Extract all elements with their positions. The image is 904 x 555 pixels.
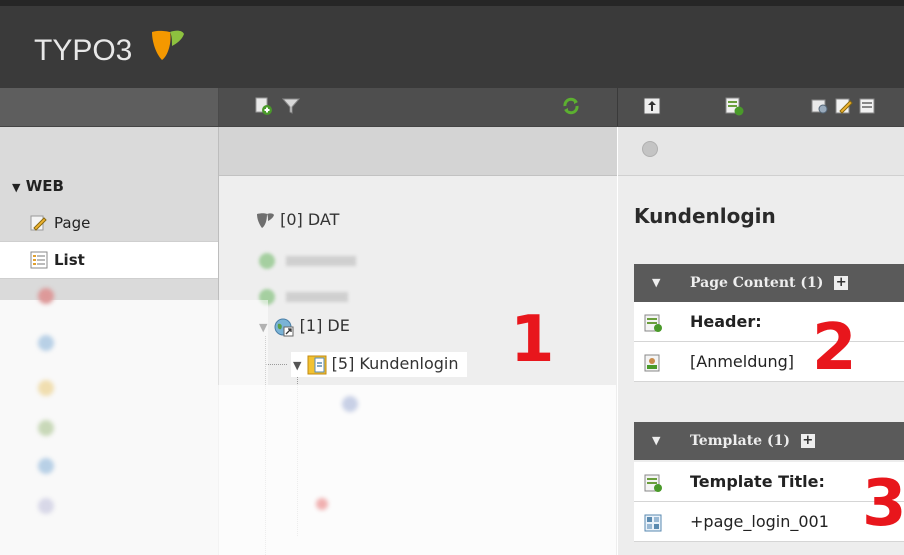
list-icon (30, 251, 48, 269)
content-row-anmeldung[interactable]: [Anmeldung] (634, 342, 904, 382)
login-form-icon (644, 354, 660, 372)
refresh-icon[interactable] (561, 96, 581, 116)
blurred-icon (38, 288, 54, 304)
globe-icon (259, 252, 275, 269)
typo3-root-icon (257, 212, 274, 228)
tree-node-kundenlogin[interactable]: ▼ [5] Kundenlogin (291, 352, 467, 377)
module-item-label: Page (54, 214, 91, 232)
content-row-header[interactable]: Header: (634, 302, 904, 342)
help-circle-icon[interactable] (642, 141, 658, 157)
blurred-icon (316, 498, 328, 510)
tree-node-label: [0] DAT (280, 210, 340, 229)
blurred-icon (38, 335, 54, 351)
top-bar: TYPO3 (0, 0, 904, 88)
toolbar-tree (219, 88, 618, 126)
marker-2: 2 (812, 311, 857, 385)
collapse-triangle-icon[interactable]: ▼ (652, 434, 660, 447)
blurred-icon (38, 420, 54, 436)
page-edit-icon (30, 215, 47, 231)
content-element-icon (644, 314, 662, 332)
edit-page-icon[interactable] (834, 96, 854, 116)
up-level-icon[interactable] (642, 96, 662, 116)
web-section-label: WEB (25, 177, 64, 195)
marker-1: 1 (510, 303, 555, 377)
blurred-overlay (218, 300, 268, 385)
template-record-icon (644, 514, 662, 532)
tree-node-blurred[interactable] (259, 286, 349, 305)
blurred-icon (38, 458, 54, 474)
section-title: Page Content (1) (690, 275, 824, 291)
add-content-icon[interactable]: + (834, 276, 849, 290)
expand-triangle-icon[interactable]: ▼ (293, 359, 301, 372)
view-page-icon[interactable] (810, 96, 830, 116)
blurred-overlay (0, 300, 218, 555)
template-element-icon (644, 474, 662, 492)
collapse-triangle-icon: ▼ (12, 181, 21, 194)
tree-connector (265, 364, 287, 365)
tree-node-root[interactable]: [0] DAT (255, 210, 339, 230)
row-label: Header: (690, 312, 762, 331)
toolbar (0, 88, 904, 127)
blurred-overlay (218, 385, 616, 555)
new-content-icon[interactable] (724, 96, 744, 116)
tree-node-de[interactable]: ▼ [1] DE (259, 316, 350, 337)
typo3-logo-icon[interactable] (148, 28, 188, 64)
row-label: Template Title: (690, 472, 825, 491)
module-item-page[interactable]: Page (0, 205, 218, 243)
tree-subbar (219, 127, 617, 176)
tree-node-label: [1] DE (299, 316, 350, 335)
add-template-icon[interactable]: + (800, 434, 815, 448)
blurred-icon (342, 396, 358, 412)
toolbar-left (0, 88, 219, 126)
login-page-icon (307, 355, 327, 374)
toolbar-content (618, 88, 904, 126)
module-item-label: List (54, 251, 85, 269)
blurred-icon (38, 380, 54, 396)
marker-3: 3 (862, 467, 904, 541)
blurred-icon (38, 498, 54, 514)
section-title: Template (1) (690, 433, 790, 449)
template-section-header[interactable]: ▼ Template (1) + (634, 422, 904, 460)
collapse-triangle-icon[interactable]: ▼ (652, 276, 660, 289)
new-page-icon[interactable] (253, 96, 273, 116)
row-value: +page_login_001 (690, 512, 829, 531)
page-content-section-header[interactable]: ▼ Page Content (1) + (634, 264, 904, 302)
content-subbar (618, 127, 904, 176)
tree-node-blurred[interactable] (259, 250, 357, 269)
web-section-header[interactable]: ▼ WEB (12, 177, 64, 195)
typo3-logo-text: TYPO3 (34, 34, 133, 67)
row-value: [Anmeldung] (690, 352, 795, 371)
globe-shortcut-icon (274, 318, 294, 336)
page-title: Kundenlogin (634, 204, 776, 228)
filter-icon[interactable] (281, 96, 301, 116)
module-item-list[interactable]: List (0, 241, 218, 279)
page-properties-icon[interactable] (858, 96, 878, 116)
tree-node-label: [5] Kundenlogin (331, 354, 459, 373)
